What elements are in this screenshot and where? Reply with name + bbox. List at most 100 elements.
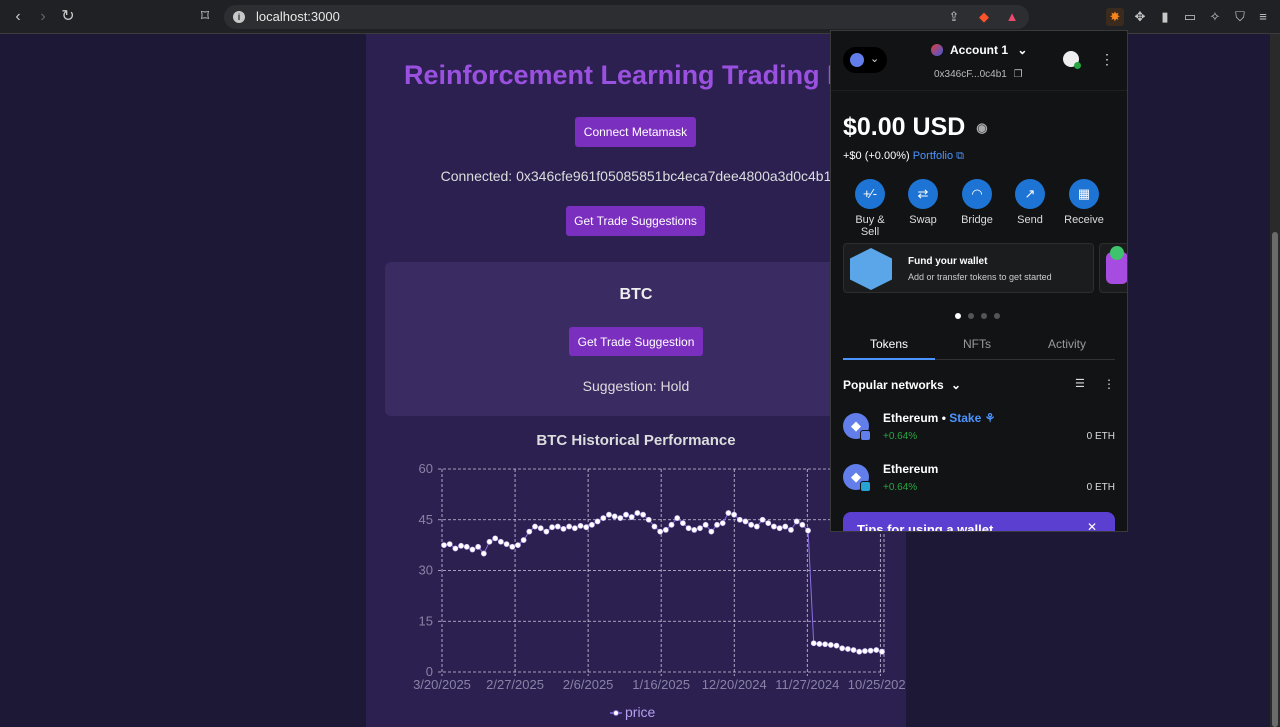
bridge-icon: ◠ bbox=[962, 179, 992, 209]
price-point bbox=[833, 642, 840, 649]
url-text: localhost:3000 bbox=[256, 9, 340, 24]
leo-ai-icon[interactable]: ✧ bbox=[1206, 8, 1224, 26]
price-point bbox=[873, 647, 880, 653]
next-banner[interactable] bbox=[1099, 243, 1127, 293]
price-point bbox=[617, 515, 624, 521]
carousel-dot[interactable] bbox=[955, 313, 961, 319]
vpn-icon[interactable]: ⛉ bbox=[1231, 8, 1249, 26]
account-chevron-icon: ⌄ bbox=[1017, 43, 1028, 57]
portfolio-link[interactable]: Portfolio ⧉ bbox=[913, 150, 964, 162]
token-row[interactable]: ◆ Ethereum • Stake ⚘ +0.64% 0 ETH bbox=[843, 411, 1115, 451]
token-row[interactable]: ◆ Ethereum +0.64% 0 ETH bbox=[843, 462, 1115, 502]
scrollbar-thumb[interactable] bbox=[1272, 232, 1278, 727]
buy-sell-button[interactable]: +⁄- Buy & Sell bbox=[845, 179, 895, 238]
close-icon[interactable]: ✕ bbox=[1087, 520, 1097, 531]
price-point bbox=[771, 523, 777, 530]
price-point bbox=[645, 516, 652, 523]
price-point bbox=[526, 528, 533, 535]
receive-button[interactable]: ▦ Receive bbox=[1059, 179, 1109, 226]
sidebar-icon[interactable]: ▮ bbox=[1156, 8, 1174, 26]
brave-shield-icon[interactable]: ◆ bbox=[975, 8, 993, 26]
receive-icon: ▦ bbox=[1069, 179, 1099, 209]
carousel-dot[interactable] bbox=[981, 313, 987, 319]
price-point bbox=[503, 541, 510, 548]
y-tick-label: 45 bbox=[419, 512, 433, 527]
legend-label: price bbox=[625, 704, 656, 720]
address-bar[interactable]: i localhost:3000 bbox=[224, 5, 1029, 29]
y-tick-label: 30 bbox=[419, 563, 433, 578]
price-point bbox=[554, 523, 561, 530]
tab-nfts[interactable]: NFTs bbox=[931, 337, 1023, 351]
wallet-icon[interactable]: ▭ bbox=[1181, 8, 1199, 26]
stake-link[interactable]: Stake bbox=[949, 411, 981, 425]
swap-button[interactable]: ⇄ Swap bbox=[898, 179, 948, 226]
kebab-menu-icon[interactable]: ⋮ bbox=[1100, 51, 1114, 68]
price-point bbox=[822, 641, 829, 648]
token-balance: 0 ETH bbox=[1086, 482, 1115, 493]
connected-address: Connected: 0x346cfe961f05085851bc4eca7de… bbox=[440, 168, 832, 184]
price-point bbox=[588, 521, 595, 528]
price-point bbox=[594, 518, 601, 525]
metamask-extension-icon[interactable]: ✸ bbox=[1106, 8, 1124, 26]
carousel-dot[interactable] bbox=[968, 313, 974, 319]
account-name: Account 1 bbox=[950, 43, 1009, 57]
share-icon[interactable]: ⇪ bbox=[945, 8, 963, 26]
tab-activity[interactable]: Activity bbox=[1021, 337, 1113, 351]
y-tick-label: 15 bbox=[419, 613, 433, 628]
fund-wallet-banner[interactable]: Fund your wallet Add or transfer tokens … bbox=[843, 243, 1094, 293]
menu-icon[interactable]: ≡ bbox=[1254, 8, 1272, 26]
price-point bbox=[816, 641, 823, 647]
network-selector[interactable]: ⌄ bbox=[843, 47, 887, 73]
price-point bbox=[827, 642, 834, 648]
site-info-icon[interactable]: i bbox=[233, 11, 245, 23]
copy-icon[interactable]: ❐ bbox=[1014, 69, 1023, 80]
price-point bbox=[753, 523, 760, 530]
account-address[interactable]: 0x346cF...0c4b1 ❐ bbox=[934, 69, 1023, 80]
price-point bbox=[446, 541, 453, 548]
price-point bbox=[486, 538, 493, 545]
carousel-dot[interactable] bbox=[994, 313, 1000, 319]
connect-metamask-button[interactable]: Connect Metamask bbox=[575, 117, 696, 147]
connected-site-icon[interactable] bbox=[1063, 51, 1081, 69]
wallet-balance: $0.00 USD ◉ bbox=[843, 113, 988, 142]
external-link-icon: ⧉ bbox=[956, 150, 964, 162]
network-filter[interactable]: Popular networks ⌄ bbox=[843, 378, 961, 392]
price-point bbox=[583, 524, 590, 531]
price-line bbox=[443, 512, 883, 653]
tips-banner[interactable]: Tips for using a wallet ✕ bbox=[843, 512, 1115, 531]
reload-icon[interactable]: ↻ bbox=[58, 7, 78, 27]
token-change: +0.64% bbox=[883, 482, 918, 493]
extensions-icon[interactable]: ✥ bbox=[1131, 8, 1149, 26]
get-trade-suggestion-button[interactable]: Get Trade Suggestion bbox=[569, 327, 703, 356]
x-tick-label: 1/16/2025 bbox=[632, 677, 690, 692]
chevron-down-icon: ⌄ bbox=[870, 53, 880, 65]
send-button[interactable]: ↗ Send bbox=[1005, 179, 1055, 226]
account-avatar bbox=[931, 44, 943, 56]
get-trade-suggestions-button[interactable]: Get Trade Suggestions bbox=[566, 206, 705, 236]
forward-icon[interactable]: › bbox=[33, 7, 53, 27]
price-point bbox=[606, 511, 612, 518]
carousel-dots[interactable] bbox=[955, 306, 1007, 324]
price-point bbox=[742, 518, 749, 525]
back-icon[interactable]: ‹ bbox=[8, 7, 28, 27]
browser-toolbar: ‹ › ↻ ⌑ i localhost:3000 ⇪ ◆ ▲ ✸ ✥ ▮ ▭ ✧… bbox=[0, 0, 1280, 34]
eye-icon[interactable]: ◉ bbox=[976, 120, 987, 135]
price-point bbox=[452, 545, 459, 552]
price-point bbox=[469, 546, 476, 553]
more-options-icon[interactable]: ⋮ bbox=[1103, 377, 1115, 391]
bookmark-icon[interactable]: ⌑ bbox=[195, 7, 215, 27]
price-point bbox=[463, 543, 470, 550]
price-point bbox=[537, 525, 544, 532]
price-point bbox=[458, 542, 464, 549]
price-point bbox=[674, 515, 681, 521]
brave-rewards-icon[interactable]: ▲ bbox=[1003, 8, 1021, 26]
tab-tokens[interactable]: Tokens bbox=[843, 337, 935, 351]
price-point bbox=[748, 521, 755, 528]
price-point bbox=[628, 514, 635, 520]
filter-icon[interactable]: ☰ bbox=[1075, 377, 1085, 390]
account-selector[interactable]: Account 1 ⌄ bbox=[950, 43, 1027, 57]
bridge-button[interactable]: ◠ Bridge bbox=[952, 179, 1002, 226]
price-point bbox=[788, 527, 794, 533]
price-point bbox=[697, 525, 703, 532]
x-tick-label: 2/6/2025 bbox=[563, 677, 614, 692]
